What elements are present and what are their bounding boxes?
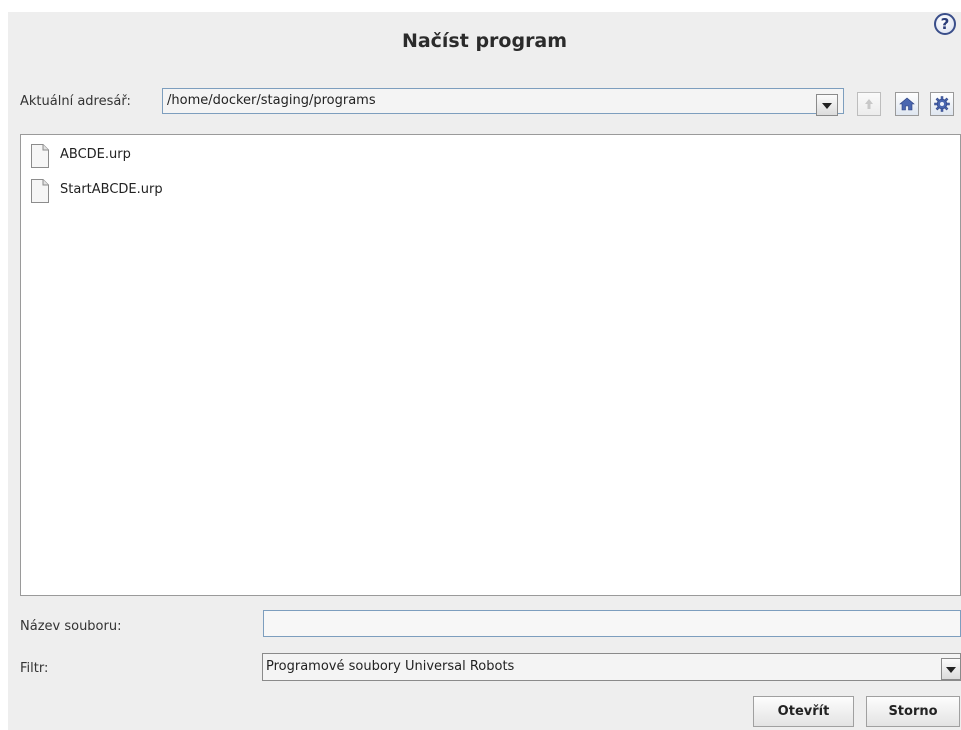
current-directory-label: Aktuální adresář: <box>20 94 131 109</box>
settings-button[interactable] <box>930 92 954 116</box>
file-name-label: Název souboru: <box>20 619 122 634</box>
chevron-down-icon <box>946 667 956 673</box>
load-program-dialog: Načíst program ? Aktuální adresář: /home… <box>8 12 961 730</box>
file-list[interactable]: ABCDE.urp StartABCDE.urp <box>20 134 961 596</box>
current-directory-select[interactable]: /home/docker/staging/programs <box>162 88 844 114</box>
home-button[interactable] <box>895 92 919 116</box>
filter-value: Programové soubory Universal Robots <box>266 659 515 674</box>
current-directory-value: /home/docker/staging/programs <box>167 93 376 108</box>
home-icon <box>899 97 915 111</box>
arrow-up-icon <box>865 99 873 109</box>
open-button[interactable]: Otevřít <box>753 696 854 727</box>
gear-icon <box>934 96 950 112</box>
filter-select[interactable]: Programové soubory Universal Robots <box>262 653 961 681</box>
file-name: ABCDE.urp <box>60 147 131 162</box>
up-folder-button[interactable] <box>857 92 881 116</box>
file-icon <box>31 179 49 203</box>
cancel-button[interactable]: Storno <box>866 696 960 727</box>
file-item[interactable]: StartABCDE.urp <box>30 179 430 203</box>
directory-dropdown-button[interactable] <box>816 94 838 116</box>
file-item[interactable]: ABCDE.urp <box>30 144 430 168</box>
filter-label: Filtr: <box>20 661 49 676</box>
file-icon <box>31 144 49 168</box>
dialog-title: Načíst program <box>401 30 568 52</box>
chevron-down-icon <box>822 103 832 109</box>
filter-dropdown-button[interactable] <box>941 658 961 680</box>
help-icon[interactable]: ? <box>934 13 956 35</box>
file-name-input[interactable] <box>263 610 961 637</box>
file-name: StartABCDE.urp <box>60 182 163 197</box>
